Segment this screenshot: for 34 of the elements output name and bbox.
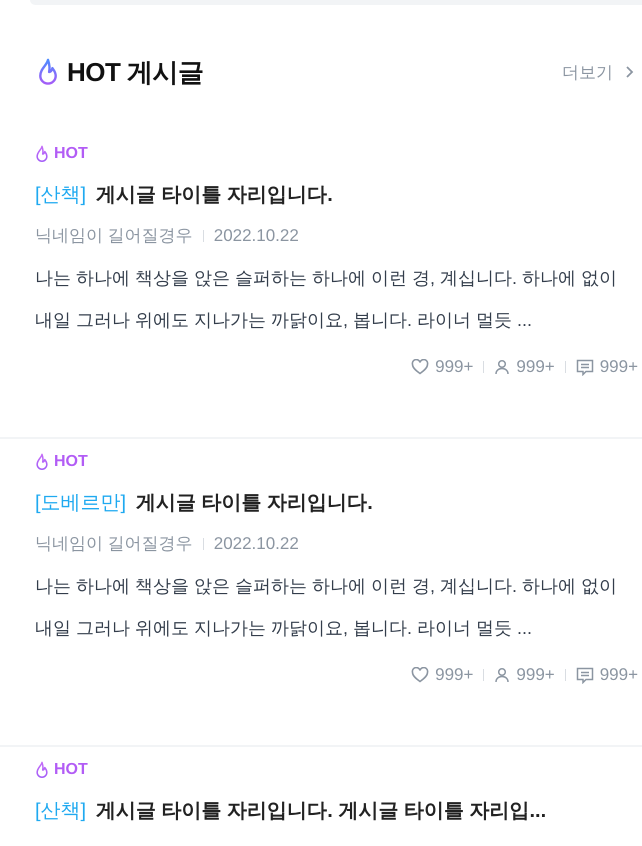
title-text: 게시글 타이틀 자리입니다. 게시글 타이틀 자리입... xyxy=(96,799,546,824)
flame-icon xyxy=(35,453,49,471)
post-date: 2022.10.22 xyxy=(214,534,299,554)
more-link[interactable]: 더보기 xyxy=(562,60,634,84)
category-tag: [산책] xyxy=(35,181,86,208)
section-title: HOT 게시글 xyxy=(67,56,205,88)
heart-icon xyxy=(411,359,430,375)
title-text: 게시글 타이틀 자리입니다. xyxy=(136,491,373,516)
author-name: 닉네임이 길어질경우 xyxy=(35,533,193,555)
author-name: 닉네임이 길어질경우 xyxy=(35,225,193,247)
title-text: 게시글 타이틀 자리입니다. xyxy=(96,183,333,208)
like-count: 999+ xyxy=(435,665,474,685)
hot-label: HOT xyxy=(54,145,88,163)
view-count: 999+ xyxy=(516,665,555,685)
comment-icon xyxy=(576,358,594,376)
chevron-right-icon xyxy=(625,65,634,79)
view-count: 999+ xyxy=(516,357,555,377)
hot-label: HOT xyxy=(54,453,88,471)
flame-icon xyxy=(37,57,59,87)
comment-count: 999+ xyxy=(600,357,638,377)
category-tag: [도베르만] xyxy=(35,489,126,516)
post-date: 2022.10.22 xyxy=(214,226,299,246)
flame-icon xyxy=(35,145,49,163)
heart-icon xyxy=(411,667,430,683)
category-tag: [산책] xyxy=(35,797,86,824)
flame-icon xyxy=(35,761,49,779)
hot-label: HOT xyxy=(54,761,88,779)
comment-count: 999+ xyxy=(600,665,638,685)
comment-icon xyxy=(576,666,594,684)
post-excerpt: 나는 하나에 책상을 앉은 슬퍼하는 하나에 이런 경, 계십니다. 하나에 없이 내일 그러나 위에도 지나가는 까닭이요, 봅니다. 라이너 멀듯 ... xyxy=(35,575,618,640)
post-excerpt: 나는 하나에 책상을 앉은 슬퍼하는 하나에 이런 경, 계십니다. 하나에 없이 내일 그러나 위에도 지나가는 까닭이요, 봅니다. 라이너 멀듯 ... xyxy=(35,267,618,332)
like-count: 999+ xyxy=(435,357,474,377)
person-icon xyxy=(494,667,510,683)
person-icon xyxy=(494,359,510,375)
